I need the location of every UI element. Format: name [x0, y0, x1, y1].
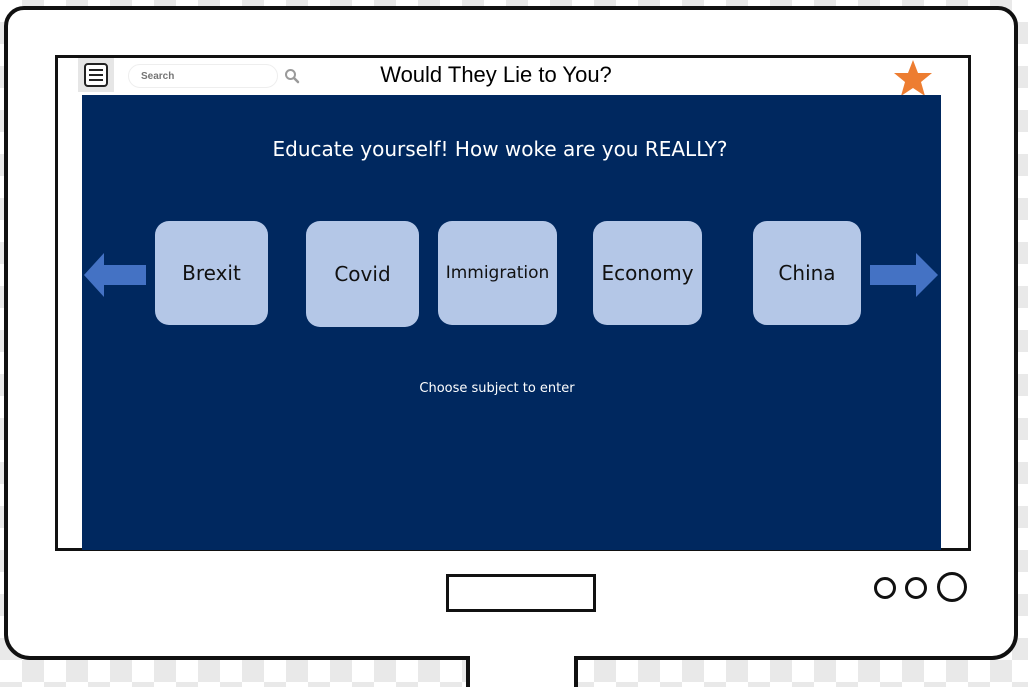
subject-label: Covid: [334, 262, 391, 286]
subject-tile-brexit[interactable]: Brexit: [155, 221, 268, 325]
headline: Educate yourself! How woke are you REALL…: [272, 137, 728, 161]
subject-label: Immigration: [445, 263, 550, 283]
hint-text: Choose subject to enter: [419, 381, 575, 396]
main-content: Educate yourself! How woke are you REALL…: [82, 95, 941, 550]
subject-label: China: [778, 261, 836, 285]
subject-label: Economy: [601, 261, 694, 285]
menu-icon: [84, 63, 108, 87]
menu-button[interactable]: [78, 58, 114, 92]
subject-label: Brexit: [182, 261, 241, 285]
star-icon[interactable]: [890, 58, 936, 98]
search-input[interactable]: [128, 64, 278, 88]
power-button[interactable]: [937, 572, 967, 602]
page-title: Would They Lie to You?: [380, 62, 612, 87]
monitor-button[interactable]: [905, 577, 927, 599]
monitor-button[interactable]: [874, 577, 896, 599]
monitor-stand: [466, 656, 578, 687]
subject-tile-china[interactable]: China: [753, 221, 861, 325]
search-icon[interactable]: [284, 68, 300, 84]
top-bar: Would They Lie to You?: [78, 58, 940, 96]
arrow-right-icon[interactable]: [870, 253, 938, 297]
arrow-left-icon[interactable]: [84, 253, 146, 297]
subject-tile-covid[interactable]: Covid: [306, 221, 419, 327]
subject-tile-economy[interactable]: Economy: [593, 221, 702, 325]
subject-tile-immigration[interactable]: Immigration: [438, 221, 557, 325]
monitor-logo-slot: [446, 574, 596, 612]
